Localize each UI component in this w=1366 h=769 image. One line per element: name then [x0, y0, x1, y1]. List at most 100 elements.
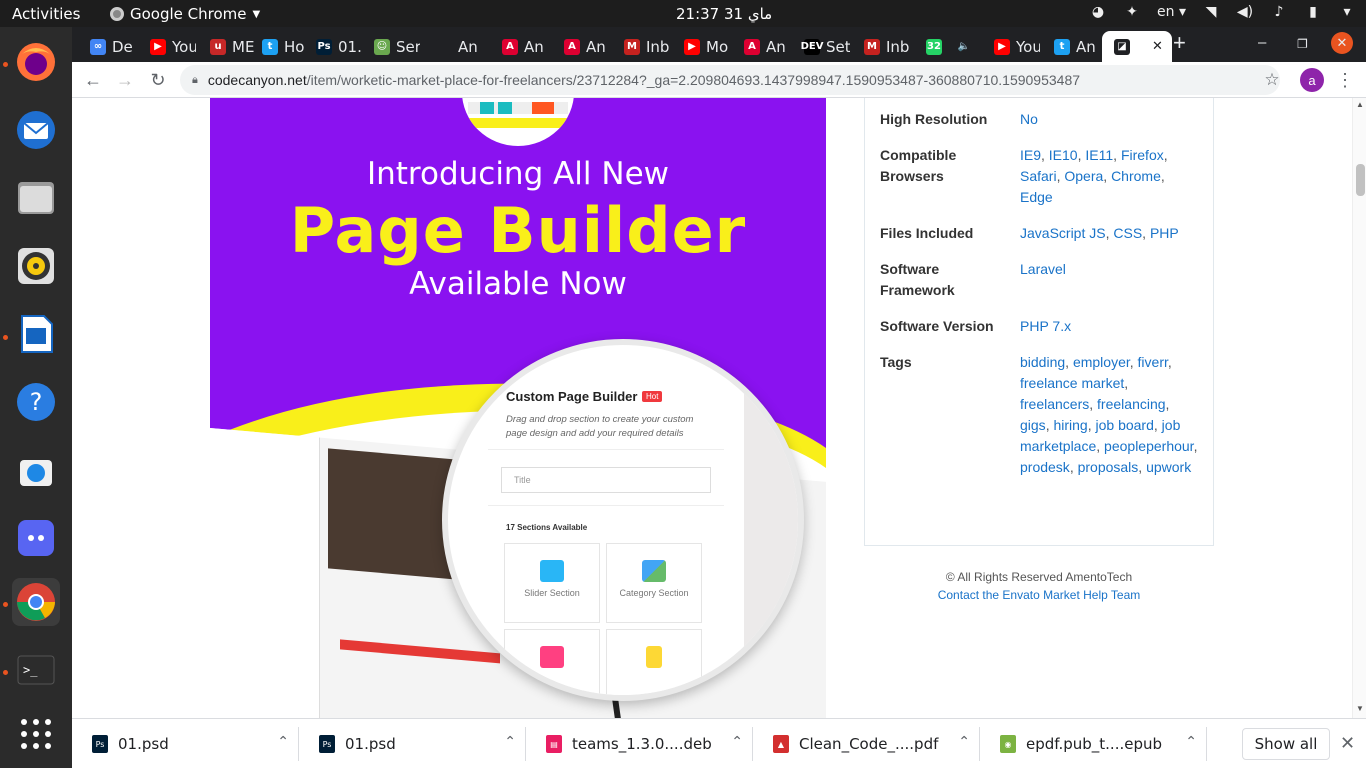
thunderbird-icon[interactable] [12, 106, 60, 154]
power-menu-icon[interactable]: ▾ [1338, 3, 1356, 21]
download-item[interactable]: ▲ Clean_Code_....pdf ⌃ [753, 719, 980, 769]
help-icon[interactable]: ? [12, 378, 60, 426]
scroll-up-arrow-icon[interactable]: ▲ [1356, 100, 1364, 109]
download-item[interactable]: Ps 01.psd ⌃ [72, 719, 299, 769]
browser-tab[interactable]: A An [732, 31, 790, 62]
page-scrollbar[interactable]: ▲ ▼ [1352, 98, 1366, 718]
software-store-icon[interactable] [12, 446, 60, 494]
files-icon[interactable] [12, 174, 60, 222]
detail-value-link[interactable]: prodesk [1020, 459, 1070, 475]
back-button[interactable]: ← [82, 69, 104, 91]
browser-tab[interactable]: Ps 01. [304, 31, 362, 62]
bookmark-star-icon[interactable]: ☆ [1261, 69, 1283, 91]
browser-tab[interactable]: A An [552, 31, 610, 62]
browser-tab[interactable]: M Inb [852, 31, 910, 62]
profile-avatar[interactable]: a [1300, 68, 1324, 92]
maximize-icon[interactable]: ❐ [1297, 37, 1308, 51]
detail-value-link[interactable]: upwork [1146, 459, 1191, 475]
detail-value-link[interactable]: hiring [1053, 417, 1087, 433]
detail-value-link[interactable]: Opera [1064, 168, 1103, 184]
browser-tab[interactable]: DEV Set [792, 31, 850, 62]
browser-tab[interactable]: ▶ You [982, 31, 1040, 62]
detail-value-link[interactable]: No [1020, 111, 1038, 127]
browser-tab[interactable]: ◪ ✕ [1102, 31, 1172, 62]
detail-value-link[interactable]: Chrome [1111, 168, 1161, 184]
chevron-up-icon[interactable]: ⌃ [731, 734, 743, 750]
detail-value-link[interactable]: IE10 [1049, 147, 1078, 163]
detail-value-link[interactable]: bidding [1020, 354, 1065, 370]
detail-value-link[interactable]: Safari [1020, 168, 1057, 184]
discord-icon[interactable] [12, 514, 60, 562]
browser-tab[interactable]: A An [490, 31, 548, 62]
discord-tray-icon[interactable]: ◕ [1089, 3, 1107, 21]
chevron-up-icon[interactable]: ⌃ [1185, 734, 1197, 750]
teams-tray-icon[interactable]: ✦ [1123, 3, 1141, 21]
system-tray[interactable]: ◕ ✦ en ▾ ◥ ◀) ♪ ▮ ▾ [1089, 3, 1356, 21]
detail-value-link[interactable]: fiverr [1138, 354, 1168, 370]
download-separator [1206, 727, 1207, 761]
new-tab-button[interactable]: + [1173, 30, 1186, 56]
show-all-downloads-button[interactable]: Show all [1242, 728, 1330, 760]
forward-button[interactable]: → [114, 69, 136, 91]
reload-button[interactable]: ↻ [147, 69, 169, 91]
close-download-shelf-icon[interactable]: ✕ [1340, 733, 1355, 754]
detail-value-link[interactable]: freelance market [1020, 375, 1124, 391]
tab-title: Inb [886, 37, 910, 56]
clock[interactable]: 21:37 31 ماي [676, 5, 772, 23]
chevron-up-icon[interactable]: ⌃ [277, 734, 289, 750]
envato-help-link[interactable]: Contact the Envato Market Help Team [864, 586, 1214, 604]
lock-icon[interactable]: 🔒︎ [192, 74, 198, 87]
browser-tab[interactable]: t An [1042, 31, 1100, 62]
close-window-icon[interactable]: ✕ [1331, 32, 1353, 54]
detail-value-link[interactable]: gigs [1020, 417, 1046, 433]
chevron-up-icon[interactable]: ⌃ [504, 734, 516, 750]
browser-tab[interactable]: ∞ De [78, 31, 136, 62]
detail-value-link[interactable]: Laravel [1020, 261, 1066, 277]
detail-value-link[interactable]: freelancers [1020, 396, 1089, 412]
close-tab-icon[interactable]: ✕ [1152, 39, 1163, 54]
firefox-icon[interactable] [12, 38, 60, 86]
detail-label: Files Included [880, 225, 974, 241]
detail-value-link[interactable]: job board [1096, 417, 1154, 433]
detail-value-link[interactable]: PHP [1150, 225, 1179, 241]
detail-value-link[interactable]: CSS [1113, 225, 1142, 241]
terminal-icon[interactable]: >_ [12, 646, 60, 694]
detail-value-link[interactable]: JavaScript JS [1020, 225, 1106, 241]
detail-value-link[interactable]: IE9 [1020, 147, 1041, 163]
language-indicator[interactable]: en ▾ [1157, 3, 1186, 21]
browser-tab[interactable]: ☺ Ser [362, 31, 420, 62]
activities-button[interactable]: Activities [12, 5, 80, 23]
browser-tab[interactable]: u ME [198, 31, 256, 62]
chevron-up-icon[interactable]: ⌃ [958, 734, 970, 750]
detail-value-link[interactable]: PHP 7.x [1020, 318, 1071, 334]
detail-value-link[interactable]: Edge [1020, 189, 1053, 205]
browser-tab[interactable]: t Ho [250, 31, 308, 62]
download-item[interactable]: ◉ epdf.pub_t....epub ⌃ [980, 719, 1207, 769]
chrome-icon[interactable] [12, 578, 60, 626]
show-applications-icon[interactable] [12, 710, 60, 758]
scrollbar-thumb[interactable] [1356, 164, 1365, 196]
browser-tab[interactable]: ▶ You [138, 31, 196, 62]
app-menu[interactable]: Google Chrome ▼ [110, 5, 260, 23]
detail-value-link[interactable]: employer [1073, 354, 1130, 370]
detail-value-link[interactable]: proposals [1078, 459, 1139, 475]
volume-icon[interactable]: ◀) [1236, 3, 1254, 21]
address-bar[interactable]: 🔒︎ codecanyon.net/item/worketic-market-p… [180, 65, 1280, 95]
browser-tab[interactable]: M Inb [612, 31, 670, 62]
detail-value-link[interactable]: peopleperhour [1104, 438, 1194, 454]
browser-tab[interactable]: ▶ Mo [672, 31, 730, 62]
browser-tab[interactable]: An [424, 31, 482, 62]
detail-value-link[interactable]: freelancing [1097, 396, 1166, 412]
wifi-icon[interactable]: ◥ [1202, 3, 1220, 21]
chrome-menu-icon[interactable]: ⋮ [1334, 69, 1356, 91]
download-item[interactable]: ▤ teams_1.3.0....deb ⌃ [526, 719, 753, 769]
microphone-icon[interactable]: ♪ [1270, 3, 1288, 21]
detail-value-link[interactable]: IE11 [1085, 147, 1113, 163]
scroll-down-arrow-icon[interactable]: ▼ [1356, 704, 1364, 713]
minimize-icon[interactable]: ‒ [1258, 34, 1266, 51]
detail-value-link[interactable]: Firefox [1121, 147, 1164, 163]
libreoffice-writer-icon[interactable] [12, 310, 60, 358]
rhythmbox-icon[interactable] [12, 242, 60, 290]
download-item[interactable]: Ps 01.psd ⌃ [299, 719, 526, 769]
battery-icon[interactable]: ▮ [1304, 3, 1322, 21]
